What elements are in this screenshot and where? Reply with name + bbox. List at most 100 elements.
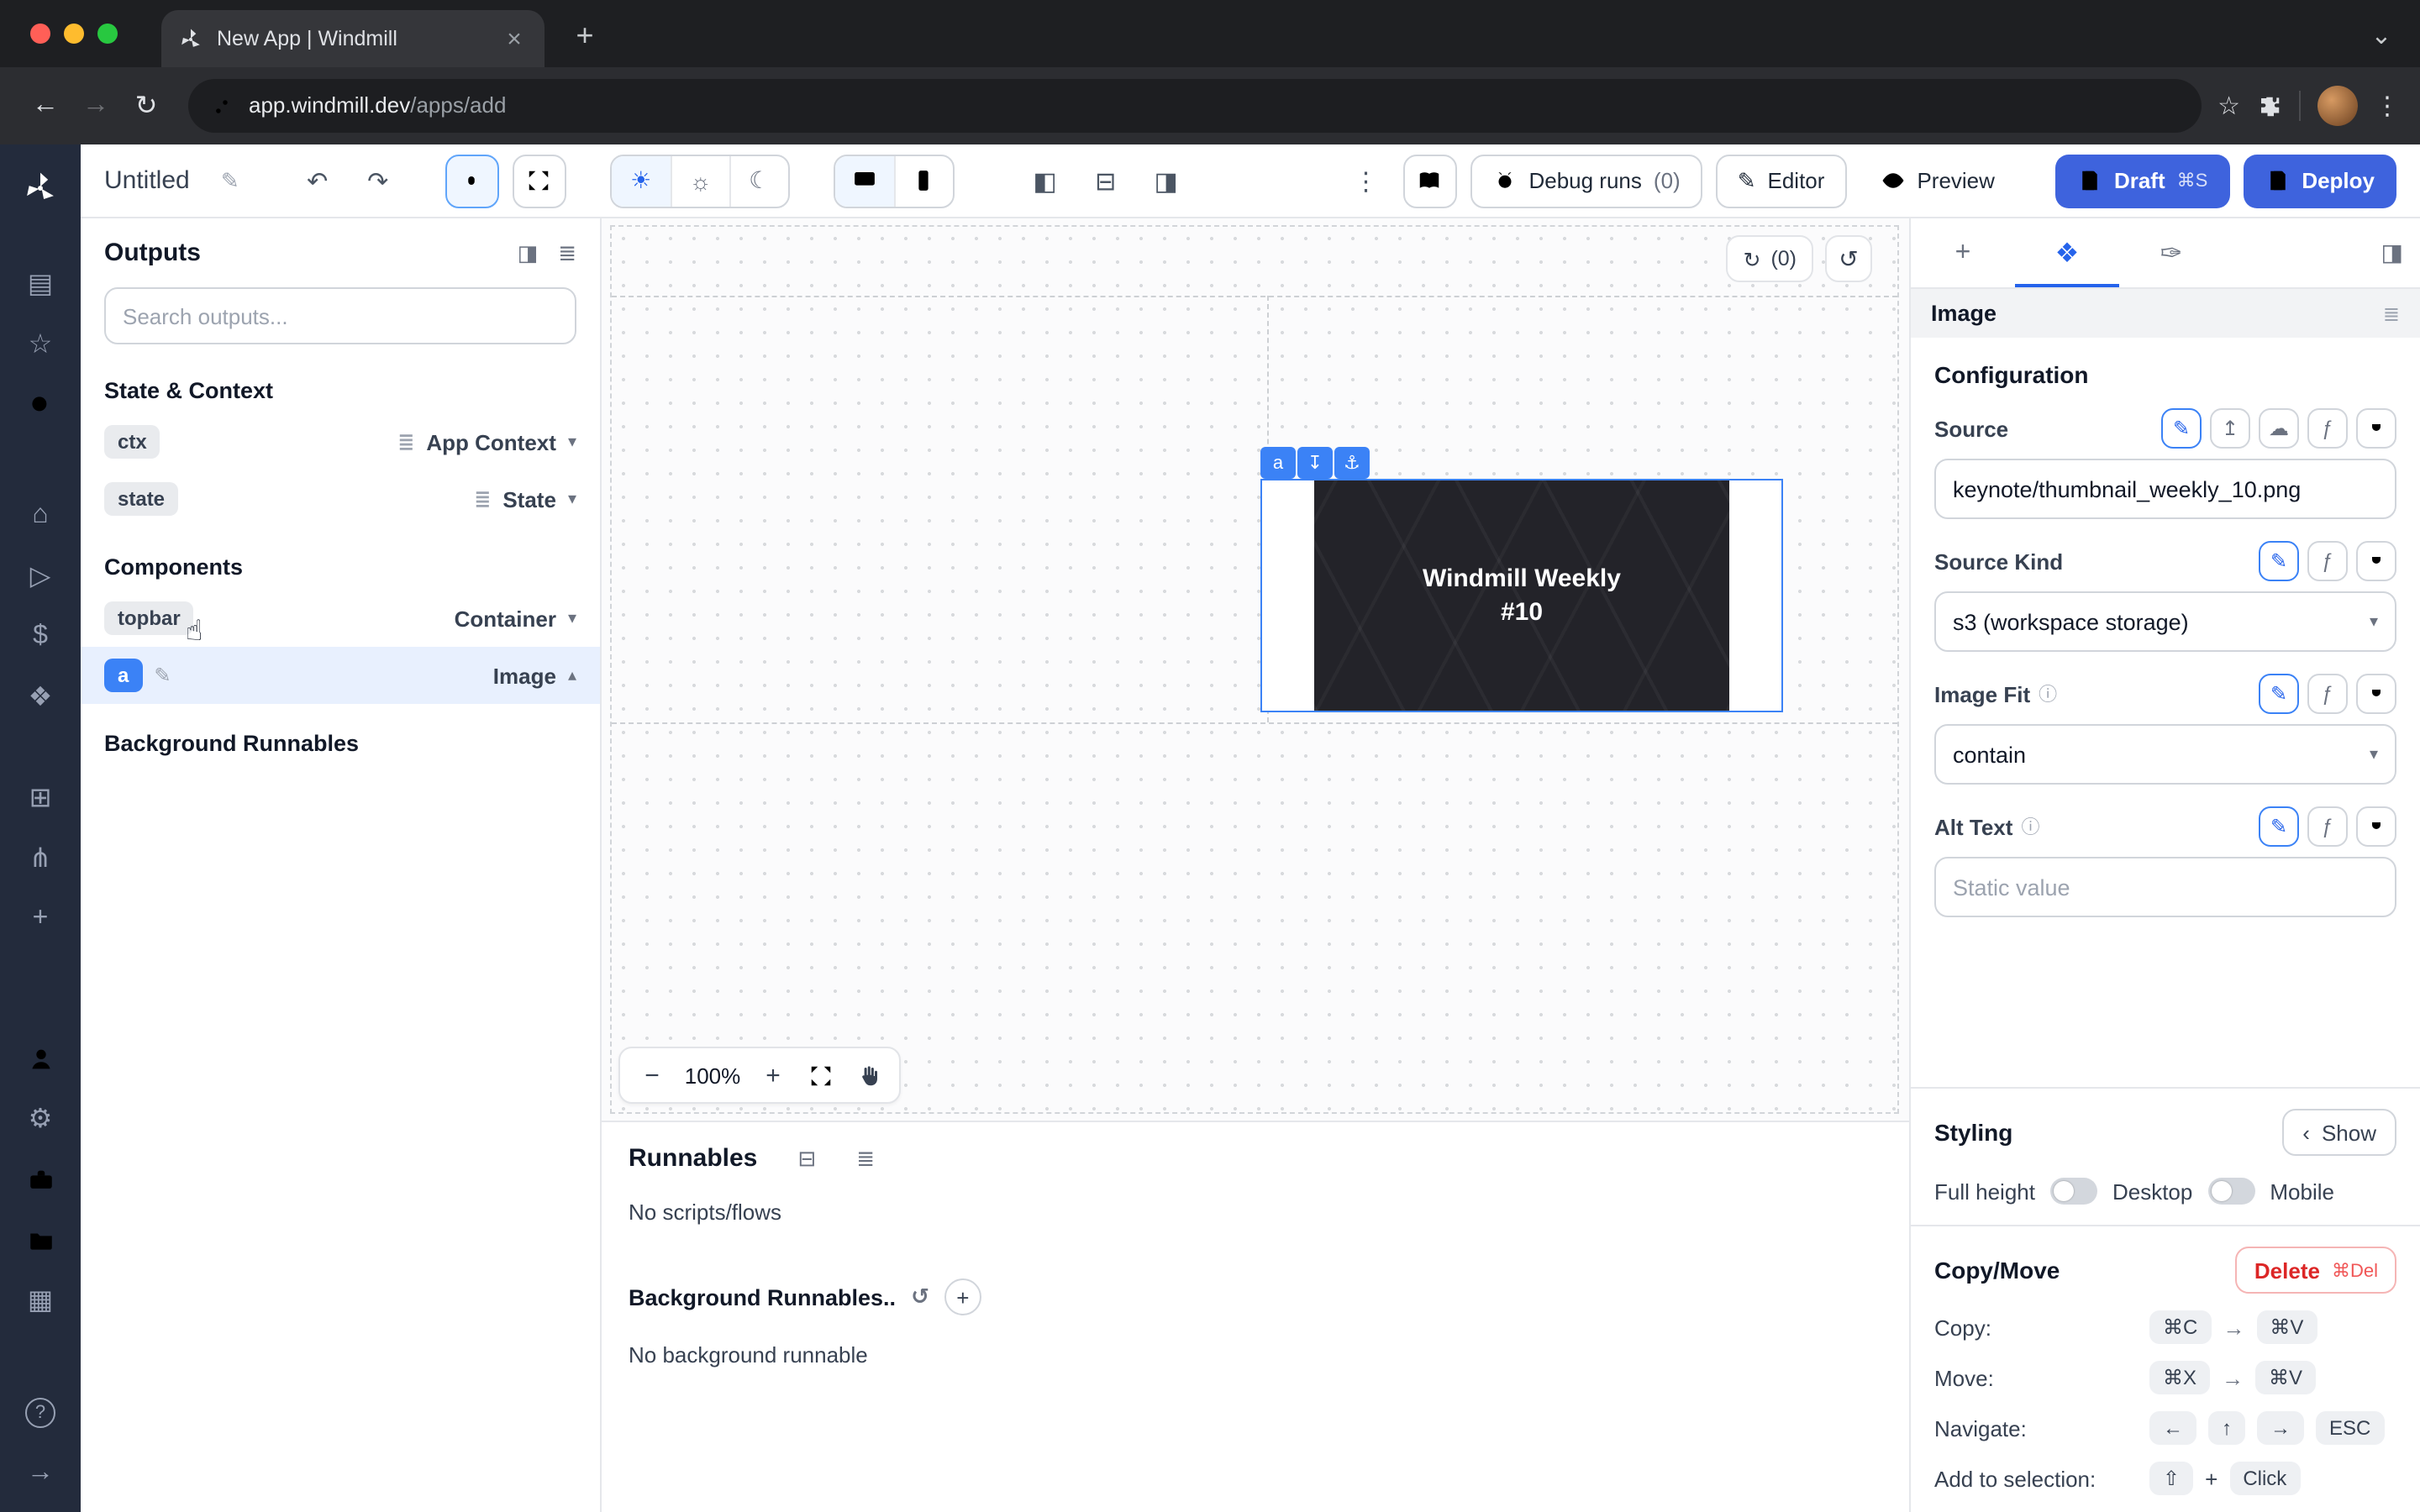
- delete-button[interactable]: Delete ⌘Del: [2236, 1247, 2396, 1294]
- app-canvas[interactable]: ↻ (0) ↺ a ↧ ⚓ Windmill Weekly: [602, 218, 1909, 1121]
- component-outline-toggle[interactable]: [445, 154, 499, 207]
- window-close-button[interactable]: [30, 24, 50, 44]
- history-icon[interactable]: ↺: [1825, 235, 1872, 282]
- rail-favorites-icon[interactable]: ☆: [0, 314, 81, 375]
- rail-search-icon[interactable]: [0, 375, 81, 435]
- window-minimize-button[interactable]: [64, 24, 84, 44]
- topbar-component-row[interactable]: topbar ☝ Container ▾: [81, 590, 600, 647]
- chevron-down-icon[interactable]: ▾: [568, 609, 576, 627]
- address-bar[interactable]: app.windmill.dev/apps/add: [188, 79, 2201, 133]
- full-height-toggle[interactable]: [2050, 1178, 2097, 1205]
- rail-resources-icon[interactable]: ❖: [0, 667, 81, 727]
- windmill-logo-icon[interactable]: [0, 158, 81, 218]
- docs-book-button[interactable]: [1402, 154, 1456, 207]
- panel-bottom-toggle-icon[interactable]: ⊟: [1082, 157, 1129, 204]
- reload-button[interactable]: ↻: [121, 81, 171, 131]
- state-row[interactable]: state ≣ State ▾: [81, 470, 600, 528]
- list-view-icon[interactable]: ≣: [558, 239, 576, 266]
- connect-plug-icon[interactable]: [2356, 541, 2396, 581]
- panel-right-toggle-icon[interactable]: ◨: [1143, 157, 1190, 204]
- bookmark-star-icon[interactable]: ☆: [2217, 91, 2240, 121]
- debug-runs-button[interactable]: Debug runs (0): [1470, 154, 1702, 207]
- theme-system-icon[interactable]: ☼: [671, 155, 729, 206]
- fx-expression-icon[interactable]: ƒ: [2307, 806, 2348, 847]
- rail-help-icon[interactable]: ?: [0, 1383, 81, 1443]
- anchor-icon[interactable]: ⚓: [1334, 447, 1370, 479]
- add-background-runnable-button[interactable]: +: [944, 1278, 981, 1315]
- edit-pencil-icon[interactable]: ✎: [154, 664, 171, 687]
- extensions-puzzle-icon[interactable]: [2257, 93, 2282, 118]
- rail-settings-icon[interactable]: ⚙: [0, 1089, 81, 1149]
- source-input[interactable]: [1934, 459, 2396, 519]
- rail-home-icon[interactable]: ⌂: [0, 486, 81, 546]
- dock-panel-icon[interactable]: ◨: [518, 239, 539, 266]
- rail-variables-icon[interactable]: $: [0, 606, 81, 667]
- image-component-row[interactable]: a ✎ Image ▴: [81, 647, 600, 704]
- chevron-down-icon[interactable]: ▾: [568, 490, 576, 508]
- static-edit-icon[interactable]: ✎: [2161, 408, 2202, 449]
- site-settings-icon[interactable]: [208, 93, 234, 118]
- tab-insert-component[interactable]: +: [1911, 218, 2015, 287]
- rail-add-icon[interactable]: +: [0, 889, 81, 949]
- pan-hand-button[interactable]: [844, 1052, 891, 1099]
- static-edit-icon[interactable]: ✎: [2259, 541, 2299, 581]
- rail-flows-icon[interactable]: ⋔: [0, 828, 81, 889]
- mobile-view-icon[interactable]: [894, 155, 953, 206]
- ctx-row[interactable]: ctx ≣ App Context ▾: [81, 413, 600, 470]
- image-fit-select[interactable]: contain ▾: [1934, 724, 2396, 785]
- fullscreen-button[interactable]: [513, 154, 566, 207]
- more-menu-icon[interactable]: ⋮: [1342, 157, 1389, 204]
- collapse-panel-icon[interactable]: ◨: [2381, 239, 2403, 267]
- component-id-chip[interactable]: a: [1260, 447, 1296, 479]
- rail-apps-icon[interactable]: ▤: [0, 254, 81, 314]
- tab-component-settings[interactable]: ❖: [2015, 218, 2119, 287]
- connect-plug-icon[interactable]: [2356, 674, 2396, 714]
- cloud-source-icon[interactable]: ☁: [2259, 408, 2299, 449]
- tab-styling-brush[interactable]: ✑: [2119, 218, 2223, 287]
- fit-view-button[interactable]: [797, 1052, 844, 1099]
- connect-plug-icon[interactable]: [2356, 806, 2396, 847]
- rail-expand-icon[interactable]: →: [0, 1443, 81, 1504]
- tab-close-icon[interactable]: ×: [501, 24, 528, 53]
- undo-button[interactable]: ↶: [294, 157, 341, 204]
- new-tab-button[interactable]: +: [561, 12, 608, 59]
- theme-dark-icon[interactable]: ☾: [729, 155, 788, 206]
- rail-user-icon[interactable]: [0, 1028, 81, 1089]
- alt-text-input[interactable]: [1934, 857, 2396, 917]
- draft-button[interactable]: Draft ⌘S: [2055, 154, 2229, 207]
- rail-schedules-icon[interactable]: ⊞: [0, 768, 81, 828]
- fx-expression-icon[interactable]: ƒ: [2307, 541, 2348, 581]
- browser-tab[interactable]: New App | Windmill ×: [161, 10, 544, 67]
- rail-runs-icon[interactable]: ▷: [0, 546, 81, 606]
- rail-groups-icon[interactable]: ▦: [0, 1270, 81, 1331]
- tab-search-icon[interactable]: ⌄: [2360, 20, 2403, 50]
- dock-panel-icon[interactable]: ⊟: [797, 1145, 816, 1172]
- selected-image-component[interactable]: Windmill Weekly #10: [1260, 479, 1783, 712]
- zoom-out-button[interactable]: −: [629, 1052, 676, 1099]
- show-styling-button[interactable]: ‹ Show: [2282, 1109, 2396, 1156]
- zoom-in-button[interactable]: +: [750, 1052, 797, 1099]
- static-edit-icon[interactable]: ✎: [2259, 806, 2299, 847]
- rename-pencil-icon[interactable]: ✎: [207, 157, 254, 204]
- expand-down-icon[interactable]: ↧: [1297, 447, 1333, 479]
- upload-icon[interactable]: ↥: [2210, 408, 2250, 449]
- canvas-refresh-group[interactable]: ↻ (0): [1726, 235, 1813, 282]
- profile-avatar[interactable]: [2317, 86, 2358, 126]
- component-doc-icon[interactable]: ≣: [2383, 302, 2400, 325]
- forward-button[interactable]: →: [71, 81, 121, 131]
- refresh-icon[interactable]: ↻: [1743, 246, 1760, 271]
- fx-expression-icon[interactable]: ƒ: [2307, 408, 2348, 449]
- fx-expression-icon[interactable]: ƒ: [2307, 674, 2348, 714]
- list-view-icon[interactable]: ≣: [856, 1145, 875, 1172]
- static-edit-icon[interactable]: ✎: [2259, 674, 2299, 714]
- chevron-down-icon[interactable]: ▾: [568, 433, 576, 451]
- panel-left-toggle-icon[interactable]: ◧: [1022, 157, 1069, 204]
- rail-workers-icon[interactable]: [0, 1149, 81, 1210]
- theme-light-icon[interactable]: ☀: [612, 155, 671, 206]
- source-kind-select[interactable]: s3 (workspace storage) ▾: [1934, 591, 2396, 652]
- chevron-up-icon[interactable]: ▴: [568, 666, 576, 685]
- connect-plug-icon[interactable]: [2356, 408, 2396, 449]
- rail-folders-icon[interactable]: [0, 1210, 81, 1270]
- editor-mode-button[interactable]: ✎ Editor: [1716, 154, 1847, 207]
- back-button[interactable]: ←: [20, 81, 71, 131]
